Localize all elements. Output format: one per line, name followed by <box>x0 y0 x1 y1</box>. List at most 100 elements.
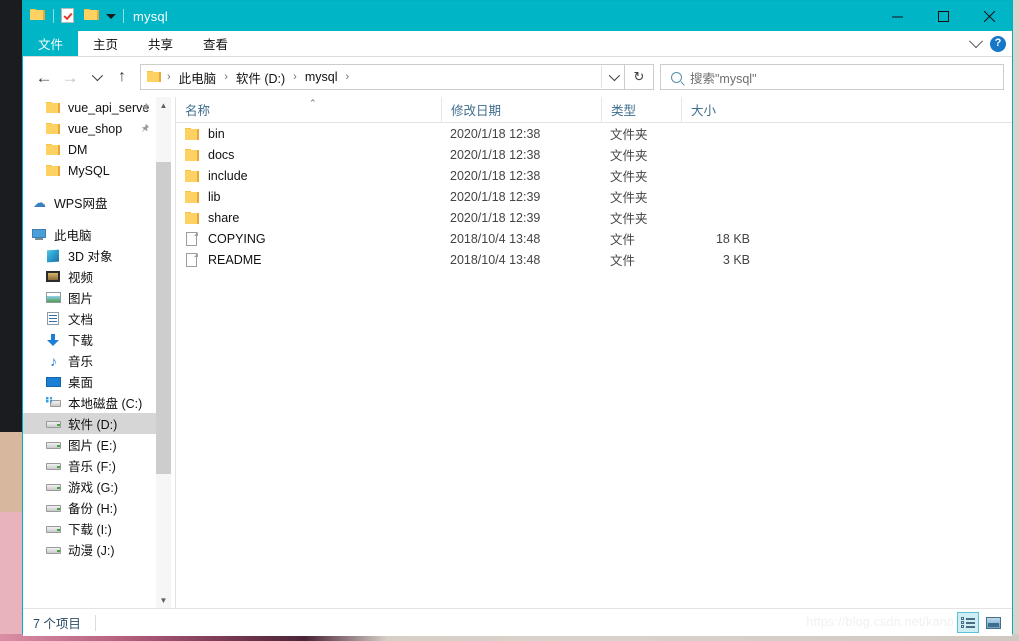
sidebar-item-3d对象[interactable]: 3D 对象 <box>23 245 156 266</box>
table-row[interactable]: README 2018/10/4 13:48 文件 3 KB <box>176 249 1012 270</box>
music-icon: ♪ <box>50 352 57 369</box>
chevron-down-icon <box>91 69 104 82</box>
wallpaper-left-dark <box>0 0 22 432</box>
close-button[interactable] <box>966 1 1012 31</box>
search-placeholder: 搜索"mysql" <box>690 71 757 86</box>
folder-icon <box>185 127 201 141</box>
breadcrumb-item-mysql[interactable]: mysql <box>303 70 340 84</box>
sidebar-item-此电脑[interactable]: 此电脑 <box>23 224 156 245</box>
sidebar-item-桌面[interactable]: 桌面 <box>23 371 156 392</box>
sidebar-item-label: 下载 <box>68 334 94 348</box>
search-input[interactable]: 搜索"mysql" <box>660 64 1004 90</box>
sidebar-item-下载[interactable]: 下载 <box>23 329 156 350</box>
column-headers: 名称 ⌃ 修改日期 类型 大小 <box>176 97 1012 123</box>
table-row[interactable]: share 2020/1/18 12:39 文件夹 <box>176 207 1012 228</box>
back-button[interactable]: ← <box>31 64 57 90</box>
maximize-button[interactable] <box>920 1 966 31</box>
column-header-name[interactable]: 名称 ⌃ <box>176 97 441 122</box>
forward-button[interactable]: → <box>57 64 83 90</box>
details-view-button[interactable] <box>957 612 979 633</box>
sidebar-item-label: 备份 (H:) <box>68 502 118 516</box>
sidebar-item-文档[interactable]: 文档 <box>23 308 156 329</box>
cell-type: 文件夹 <box>610 212 648 226</box>
sidebar-item-label: 视频 <box>68 271 94 285</box>
sidebar-item-音乐[interactable]: ♪ 音乐 <box>23 350 156 371</box>
customize-caret-icon[interactable] <box>106 13 116 19</box>
watermark-text: https://blog.csdn.net/kano <box>806 615 954 629</box>
pin-icon[interactable] <box>139 102 150 113</box>
drive-icon <box>45 416 62 432</box>
tab-home[interactable]: 主页 <box>78 31 133 56</box>
sidebar-item-动漫j[interactable]: 动漫 (J:) <box>23 539 156 560</box>
pin-icon[interactable] <box>139 123 150 134</box>
breadcrumb-item-this-pc[interactable]: 此电脑 <box>177 68 219 87</box>
sidebar-item-dm[interactable]: DM <box>23 139 156 160</box>
sidebar-item-下载i[interactable]: 下载 (I:) <box>23 518 156 539</box>
breadcrumb-bar[interactable]: › 此电脑 › 软件 (D:) › mysql › <box>140 64 625 90</box>
navigation-scrollbar[interactable]: ▲ ▼ <box>156 97 171 608</box>
help-icon[interactable]: ? <box>990 35 1006 52</box>
file-name-label: lib <box>208 189 221 204</box>
tab-share[interactable]: 共享 <box>133 31 188 56</box>
large-icons-view-button[interactable] <box>982 612 1004 633</box>
tab-file[interactable]: 文件 <box>23 31 79 56</box>
sidebar-item-音乐f[interactable]: 音乐 (F:) <box>23 455 156 476</box>
recent-locations-button[interactable] <box>83 64 109 90</box>
column-header-date[interactable]: 修改日期 <box>441 97 601 122</box>
file-name-label: docs <box>208 147 235 162</box>
drive-icon <box>45 500 62 516</box>
sidebar-item-label: WPS网盘 <box>54 197 108 211</box>
toolbar-separator <box>53 9 54 23</box>
cell-size: 3 KB <box>722 252 750 267</box>
cell-name: include <box>176 169 441 183</box>
pictures-icon <box>45 290 62 306</box>
cell-type: 文件夹 <box>610 128 648 142</box>
breadcrumb-separator: › <box>167 71 171 83</box>
sidebar-item-vue_api_serve[interactable]: vue_api_serve <box>23 97 156 118</box>
sidebar-item-wps网盘[interactable]: ☁ WPS网盘 <box>23 192 156 213</box>
column-header-type[interactable]: 类型 <box>601 97 681 122</box>
properties-icon[interactable] <box>61 8 77 24</box>
table-row[interactable]: COPYING 2018/10/4 13:48 文件 18 KB <box>176 228 1012 249</box>
minimize-button[interactable] <box>874 1 920 31</box>
sidebar-item-游戏g[interactable]: 游戏 (G:) <box>23 476 156 497</box>
sidebar-item-视频[interactable]: 视频 <box>23 266 156 287</box>
item-count-label: 7 个项目 <box>33 617 81 631</box>
table-row[interactable]: include 2020/1/18 12:38 文件夹 <box>176 165 1012 186</box>
table-row[interactable]: lib 2020/1/18 12:39 文件夹 <box>176 186 1012 207</box>
scrollbar-thumb[interactable] <box>156 162 171 474</box>
sidebar-item-图片e[interactable]: 图片 (E:) <box>23 434 156 455</box>
sidebar-item-备份h[interactable]: 备份 (H:) <box>23 497 156 518</box>
cloud-icon: ☁ <box>33 194 46 210</box>
scroll-up-button[interactable]: ▲ <box>156 97 171 113</box>
up-button[interactable]: ↑ <box>109 64 135 90</box>
chevron-down-icon[interactable] <box>968 33 984 48</box>
cell-type: 文件夹 <box>610 149 648 163</box>
tab-view[interactable]: 查看 <box>188 31 243 56</box>
breadcrumb-dropdown-button[interactable] <box>601 66 624 88</box>
up-arrow-icon: ↑ <box>118 68 126 85</box>
sidebar-item-mysql[interactable]: MySQL <box>23 160 156 181</box>
file-name-label: bin <box>208 126 225 141</box>
system-drive-icon <box>45 395 62 411</box>
folder-icon <box>45 163 62 179</box>
sidebar-item-本地磁盘c[interactable]: 本地磁盘 (C:) <box>23 392 156 413</box>
breadcrumb-item-drive-d[interactable]: 软件 (D:) <box>234 68 287 87</box>
forward-arrow-icon: → <box>61 67 79 87</box>
sidebar-item-vue_shop[interactable]: vue_shop <box>23 118 156 139</box>
table-row[interactable]: docs 2020/1/18 12:38 文件夹 <box>176 144 1012 165</box>
sidebar-item-软件d[interactable]: 软件 (D:) <box>23 413 156 434</box>
folder-icon[interactable] <box>30 8 46 24</box>
wallpaper-right <box>1013 0 1019 641</box>
column-header-name-label: 名称 <box>185 104 211 118</box>
scroll-down-button[interactable]: ▼ <box>156 592 171 608</box>
column-header-size[interactable]: 大小 <box>681 97 756 122</box>
sidebar-item-图片[interactable]: 图片 <box>23 287 156 308</box>
new-folder-icon[interactable] <box>84 8 100 24</box>
downloads-icon <box>45 332 62 348</box>
cell-date: 2018/10/4 13:48 <box>450 231 541 246</box>
file-icon <box>185 231 201 246</box>
table-row[interactable]: bin 2020/1/18 12:38 文件夹 <box>176 123 1012 144</box>
sidebar-item-label: 图片 <box>68 292 94 306</box>
refresh-button[interactable]: ↻ <box>625 64 654 90</box>
